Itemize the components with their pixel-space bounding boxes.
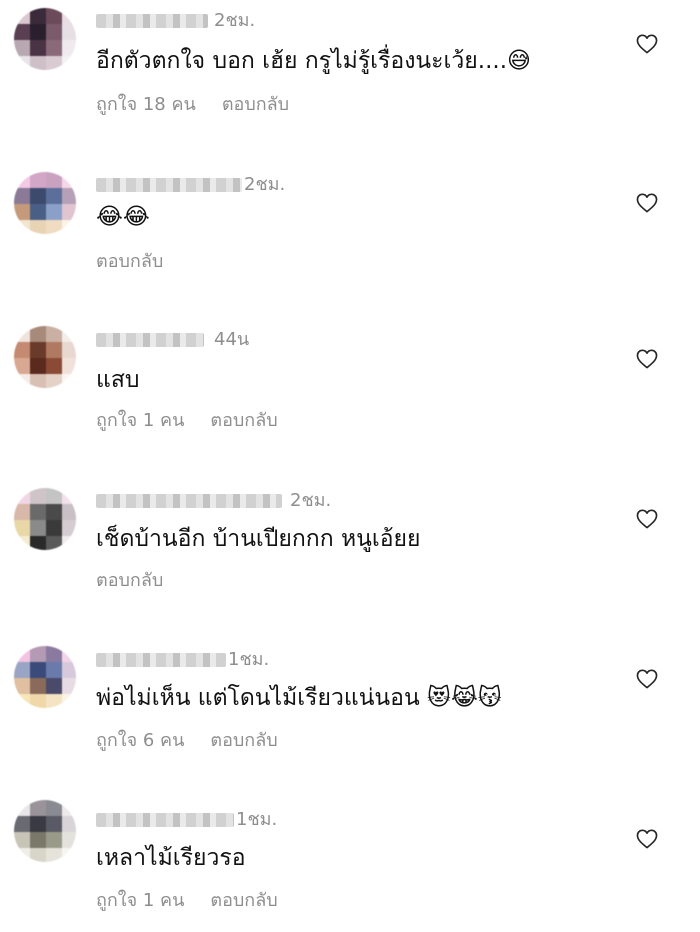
comment-timestamp: 2ชม. xyxy=(244,174,286,195)
avatar[interactable] xyxy=(14,172,76,234)
avatar[interactable] xyxy=(14,8,76,70)
comment-actions: ถูกใจ 18 คน ตอบกลับ xyxy=(96,94,315,116)
reply-button[interactable]: ตอบกลับ xyxy=(210,410,277,431)
comment-timestamp: 2ชม. xyxy=(290,490,332,511)
heart-icon[interactable] xyxy=(636,669,658,689)
reply-button[interactable]: ตอบกลับ xyxy=(210,890,277,911)
comment-actions: ถูกใจ 1 คน ตอบกลับ xyxy=(96,410,304,432)
likes-count-link[interactable]: ถูกใจ 1 คน xyxy=(96,890,184,911)
comment-text: เหลาไม้เรียวรอ xyxy=(96,845,246,871)
avatar[interactable] xyxy=(14,488,76,550)
avatar[interactable] xyxy=(14,800,76,862)
username-blurred[interactable] xyxy=(96,813,234,827)
comment-text: พ่อไม่เห็น แต่โดนไม้เรียวแน่นอน 😻😹😽 xyxy=(96,685,502,711)
username-blurred[interactable] xyxy=(96,14,208,28)
username-blurred[interactable] xyxy=(96,178,242,192)
likes-count-link[interactable]: ถูกใจ 6 คน xyxy=(96,730,184,751)
comment-timestamp: 44น xyxy=(214,329,250,350)
username-blurred[interactable] xyxy=(96,333,204,347)
comment-timestamp: 1ชม. xyxy=(236,809,278,830)
reply-button[interactable]: ตอบกลับ xyxy=(96,251,163,272)
avatar[interactable] xyxy=(14,326,76,388)
comment-actions: ตอบกลับ xyxy=(96,251,189,273)
comment-text: อีกตัวตกใจ บอก เฮ้ย กรูไม่รู้เรื่องนะเว้… xyxy=(96,48,531,74)
username-blurred[interactable] xyxy=(96,653,226,667)
heart-icon[interactable] xyxy=(636,509,658,529)
comment-timestamp: 1ชม. xyxy=(228,649,270,670)
likes-count-link[interactable]: ถูกใจ 1 คน xyxy=(96,410,184,431)
username-blurred[interactable] xyxy=(96,494,282,508)
heart-icon[interactable] xyxy=(636,829,658,849)
comment-actions: ตอบกลับ xyxy=(96,570,189,592)
reply-button[interactable]: ตอบกลับ xyxy=(96,570,163,591)
reply-button[interactable]: ตอบกลับ xyxy=(210,730,277,751)
comment-text: แสบ xyxy=(96,367,140,393)
reply-button[interactable]: ตอบกลับ xyxy=(222,94,289,115)
heart-icon[interactable] xyxy=(636,193,658,213)
comment-timestamp: 2ชม. xyxy=(214,10,256,31)
avatar[interactable] xyxy=(14,646,76,708)
likes-count-link[interactable]: ถูกใจ 18 คน xyxy=(96,94,196,115)
comment-actions: ถูกใจ 1 คน ตอบกลับ xyxy=(96,890,304,912)
comment-text: เช็ดบ้านอีก บ้านเปียกกก หนูเอ้ยย xyxy=(96,526,421,552)
heart-icon[interactable] xyxy=(636,34,658,54)
comment-actions: ถูกใจ 6 คน ตอบกลับ xyxy=(96,730,304,752)
heart-icon[interactable] xyxy=(636,349,658,369)
comment-text: 😂😂 xyxy=(96,204,150,230)
